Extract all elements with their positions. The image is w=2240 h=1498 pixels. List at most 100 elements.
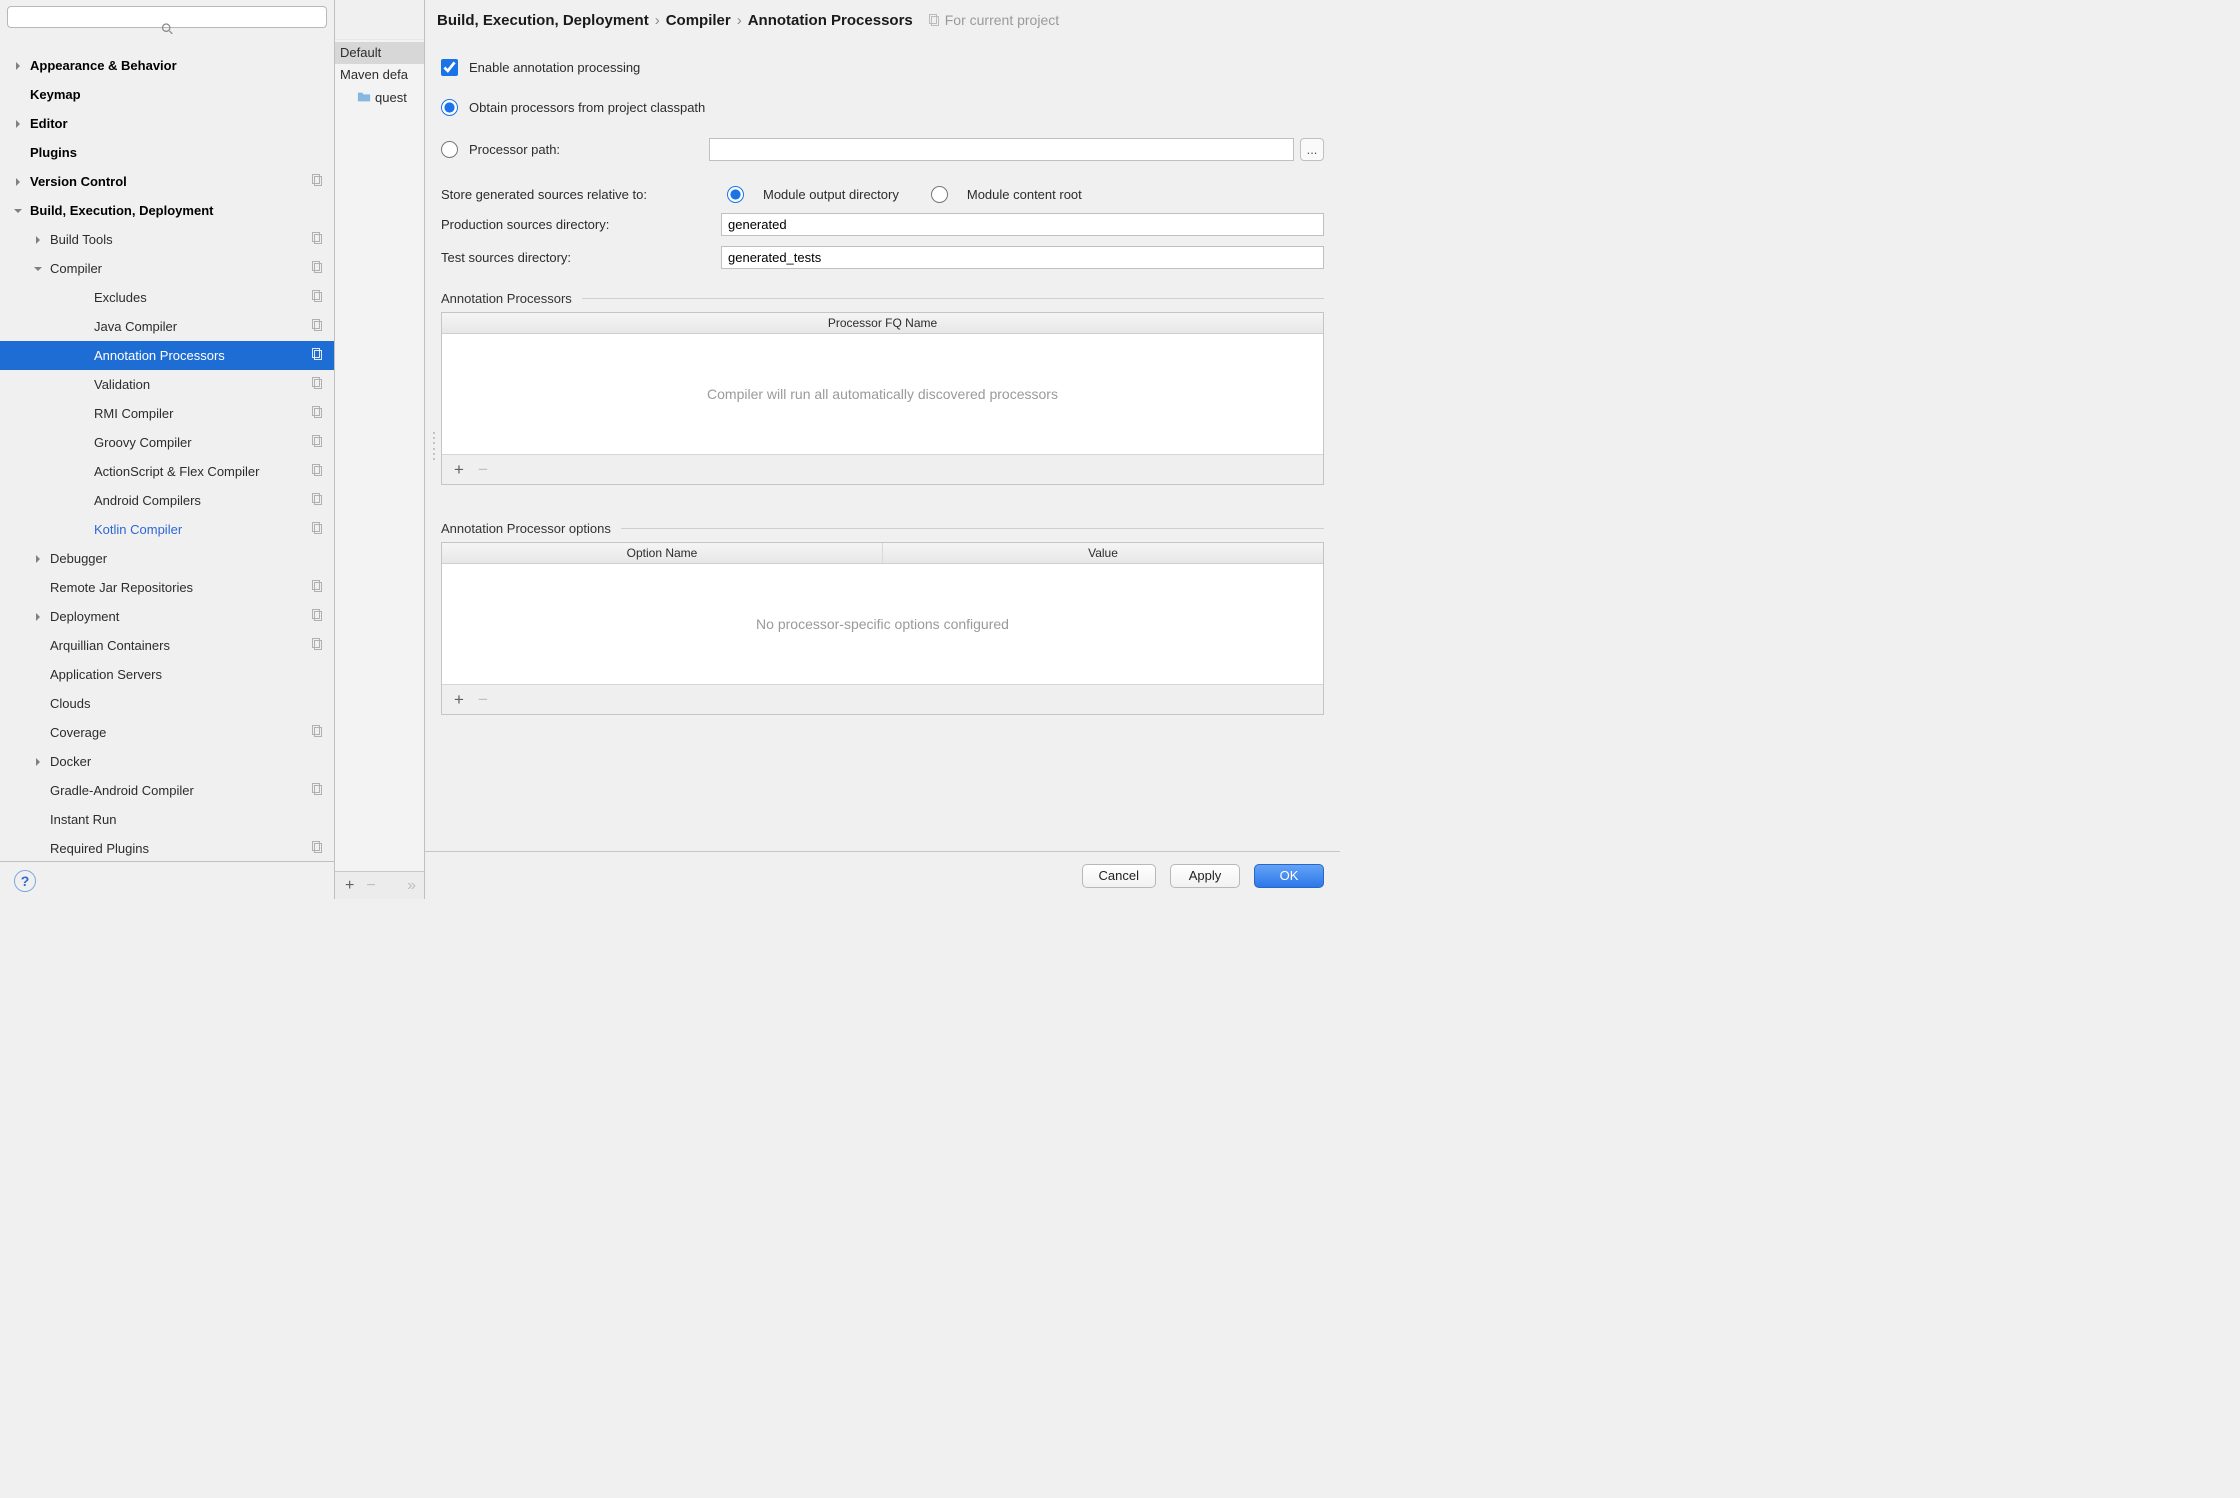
- sidebar-item-excludes[interactable]: Excludes: [0, 283, 334, 312]
- option-value-header[interactable]: Value: [883, 543, 1323, 563]
- sidebar-item-label: Build Tools: [50, 232, 310, 247]
- sidebar-item-appearance-behavior[interactable]: Appearance & Behavior: [0, 51, 334, 80]
- options-table: Option Name Value No processor-specific …: [441, 542, 1324, 715]
- sidebar-item-plugins[interactable]: Plugins: [0, 138, 334, 167]
- sidebar-item-java-compiler[interactable]: Java Compiler: [0, 312, 334, 341]
- sidebar-item-label: Debugger: [50, 551, 324, 566]
- sidebar-item-editor[interactable]: Editor: [0, 109, 334, 138]
- sidebar-item-label: Excludes: [94, 290, 310, 305]
- tree-arrow-icon: [30, 609, 46, 625]
- obtain-classpath-radio[interactable]: [441, 99, 458, 116]
- sidebar-item-arquillian-containers[interactable]: Arquillian Containers: [0, 631, 334, 660]
- tree-arrow-icon: [74, 348, 90, 364]
- cancel-button[interactable]: Cancel: [1082, 864, 1156, 888]
- sidebar-item-label: Remote Jar Repositories: [50, 580, 310, 595]
- sidebar-item-gradle-android-compiler[interactable]: Gradle-Android Compiler: [0, 776, 334, 805]
- sidebar-item-groovy-compiler[interactable]: Groovy Compiler: [0, 428, 334, 457]
- profile-add-button[interactable]: +: [345, 878, 354, 894]
- sidebar-item-coverage[interactable]: Coverage: [0, 718, 334, 747]
- profile-remove-button[interactable]: −: [366, 878, 375, 894]
- profile-item-default[interactable]: Default: [335, 42, 424, 64]
- processor-add-button[interactable]: +: [454, 461, 464, 478]
- sidebar-item-required-plugins[interactable]: Required Plugins: [0, 834, 334, 861]
- processor-path-input[interactable]: [709, 138, 1294, 161]
- splitter-handle[interactable]: [430, 430, 438, 462]
- profile-more-button[interactable]: »: [407, 878, 414, 894]
- sidebar-item-instant-run[interactable]: Instant Run: [0, 805, 334, 834]
- test-sources-input[interactable]: [721, 246, 1324, 269]
- per-project-icon: [310, 318, 324, 335]
- processor-remove-button[interactable]: −: [478, 461, 488, 478]
- obtain-classpath-label: Obtain processors from project classpath: [469, 100, 705, 115]
- sidebar-item-clouds[interactable]: Clouds: [0, 689, 334, 718]
- tree-arrow-icon: [74, 464, 90, 480]
- sidebar-item-label: ActionScript & Flex Compiler: [94, 464, 310, 479]
- sidebar-item-debugger[interactable]: Debugger: [0, 544, 334, 573]
- sidebar-item-label: Arquillian Containers: [50, 638, 310, 653]
- sidebar-item-label: Groovy Compiler: [94, 435, 310, 450]
- tree-arrow-icon: [10, 203, 26, 219]
- tree-arrow-icon: [74, 290, 90, 306]
- tree-arrow-icon: [74, 435, 90, 451]
- profile-item-maven[interactable]: Maven defa: [335, 64, 424, 86]
- prod-sources-label: Production sources directory:: [441, 217, 721, 232]
- sidebar-item-label: Editor: [30, 116, 324, 131]
- settings-tree[interactable]: Appearance & Behavior Keymap Editor Plugins…: [0, 49, 334, 861]
- breadcrumb-a[interactable]: Build, Execution, Deployment: [437, 12, 649, 29]
- sidebar-item-build-tools[interactable]: Build Tools: [0, 225, 334, 254]
- processor-fqn-header[interactable]: Processor FQ Name: [442, 313, 1323, 333]
- processor-path-browse-button[interactable]: ...: [1300, 138, 1324, 161]
- per-project-icon: [310, 579, 324, 596]
- breadcrumb-b[interactable]: Compiler: [666, 12, 731, 29]
- sidebar-item-validation[interactable]: Validation: [0, 370, 334, 399]
- sidebar-item-build-execution-deployment[interactable]: Build, Execution, Deployment: [0, 196, 334, 225]
- option-add-button[interactable]: +: [454, 691, 464, 708]
- ok-button[interactable]: OK: [1254, 864, 1324, 888]
- sidebar-item-kotlin-compiler[interactable]: Kotlin Compiler: [0, 515, 334, 544]
- search-input[interactable]: [7, 6, 327, 28]
- sidebar-item-docker[interactable]: Docker: [0, 747, 334, 776]
- per-project-icon: [310, 347, 324, 364]
- module-content-root-radio[interactable]: [931, 186, 948, 203]
- sidebar-item-label: Version Control: [30, 174, 310, 189]
- help-button[interactable]: ?: [14, 870, 36, 892]
- tree-arrow-icon: [30, 841, 46, 857]
- sidebar-item-version-control[interactable]: Version Control: [0, 167, 334, 196]
- module-output-radio[interactable]: [727, 186, 744, 203]
- annotation-processors-section: Annotation Processors: [441, 291, 1324, 306]
- sidebar-item-label: Keymap: [30, 87, 324, 102]
- per-project-icon: [310, 434, 324, 451]
- sidebar-item-actionscript-flex-compiler[interactable]: ActionScript & Flex Compiler: [0, 457, 334, 486]
- tree-arrow-icon: [74, 406, 90, 422]
- per-project-icon: [310, 405, 324, 422]
- sidebar-item-application-servers[interactable]: Application Servers: [0, 660, 334, 689]
- processor-path-radio[interactable]: [441, 141, 458, 158]
- sidebar-item-annotation-processors[interactable]: Annotation Processors: [0, 341, 334, 370]
- sidebar-item-android-compilers[interactable]: Android Compilers: [0, 486, 334, 515]
- processor-options-section: Annotation Processor options: [441, 521, 1324, 536]
- test-sources-label: Test sources directory:: [441, 250, 721, 265]
- sidebar-item-label: Annotation Processors: [94, 348, 310, 363]
- sidebar-item-keymap[interactable]: Keymap: [0, 80, 334, 109]
- sidebar-item-label: Validation: [94, 377, 310, 392]
- sidebar-item-rmi-compiler[interactable]: RMI Compiler: [0, 399, 334, 428]
- option-remove-button[interactable]: −: [478, 691, 488, 708]
- folder-icon: [357, 90, 371, 104]
- enable-annotation-checkbox[interactable]: [441, 59, 458, 76]
- apply-button[interactable]: Apply: [1170, 864, 1240, 888]
- profile-pane: Default Maven defa quest + − »: [335, 0, 425, 899]
- processor-path-label: Processor path:: [469, 142, 709, 157]
- tree-arrow-icon: [30, 696, 46, 712]
- annotation-processors-form: Enable annotation processing Obtain proc…: [425, 40, 1340, 851]
- sidebar-item-compiler[interactable]: Compiler: [0, 254, 334, 283]
- tree-arrow-icon: [10, 58, 26, 74]
- per-project-icon: [310, 840, 324, 857]
- enable-annotation-label: Enable annotation processing: [469, 60, 640, 75]
- sidebar-item-deployment[interactable]: Deployment: [0, 602, 334, 631]
- profile-list[interactable]: Default Maven defa quest: [335, 39, 424, 871]
- option-name-header[interactable]: Option Name: [442, 543, 883, 563]
- profile-module[interactable]: quest: [335, 86, 424, 108]
- prod-sources-input[interactable]: [721, 213, 1324, 236]
- content-pane: Build, Execution, Deployment › Compiler …: [425, 0, 1340, 899]
- sidebar-item-remote-jar-repositories[interactable]: Remote Jar Repositories: [0, 573, 334, 602]
